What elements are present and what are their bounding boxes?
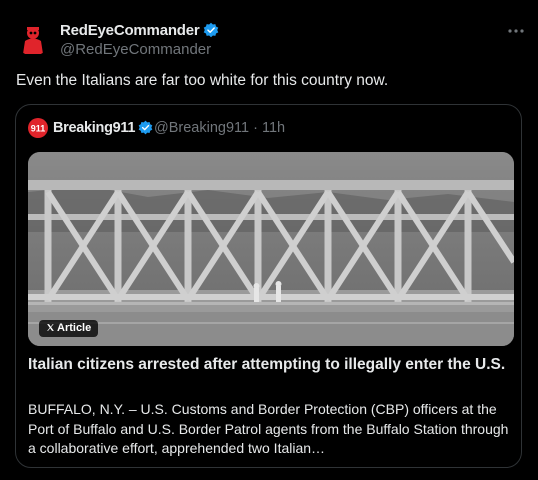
post: RedEyeCommander @RedEyeCommander Even th…	[0, 0, 538, 480]
author-name-text[interactable]: RedEyeCommander	[60, 22, 200, 39]
quoted-author-name[interactable]: Breaking911	[53, 120, 153, 136]
x-logo-icon	[47, 324, 54, 331]
more-icon[interactable]	[506, 24, 526, 36]
article-badge: Article	[39, 320, 99, 337]
quoted-author-avatar[interactable]: 911	[28, 118, 48, 138]
quoted-time[interactable]: 11h	[262, 120, 285, 136]
verified-icon	[203, 22, 218, 38]
author-handle[interactable]: @RedEyeCommander	[60, 41, 211, 58]
avatar-text: 911	[31, 124, 46, 134]
red-eye-avatar-icon	[16, 22, 50, 56]
article-headline[interactable]: Italian citizens arrested after attempti…	[28, 355, 518, 375]
post-text: Even the Italians are far too white for …	[16, 72, 389, 89]
breaking911-logo-icon: 911	[28, 118, 48, 138]
bridge-night-vision-image	[28, 152, 514, 346]
article-image[interactable]: Article	[28, 152, 514, 346]
verified-icon	[138, 120, 153, 135]
quoted-meta: @Breaking911 · 11h	[154, 120, 285, 136]
article-badge-label: Article	[57, 322, 92, 334]
quoted-author-name-text[interactable]: Breaking911	[53, 120, 135, 136]
quoted-post[interactable]: 911 Breaking911 @Breaking911 · 11h Artic…	[15, 104, 522, 468]
article-description: BUFFALO, N.Y. – U.S. Customs and Border …	[28, 401, 509, 456]
author-name[interactable]: RedEyeCommander	[60, 22, 219, 39]
quoted-author-handle[interactable]: @Breaking911	[154, 120, 249, 136]
meta-separator: ·	[253, 120, 258, 136]
author-avatar[interactable]	[16, 22, 50, 56]
